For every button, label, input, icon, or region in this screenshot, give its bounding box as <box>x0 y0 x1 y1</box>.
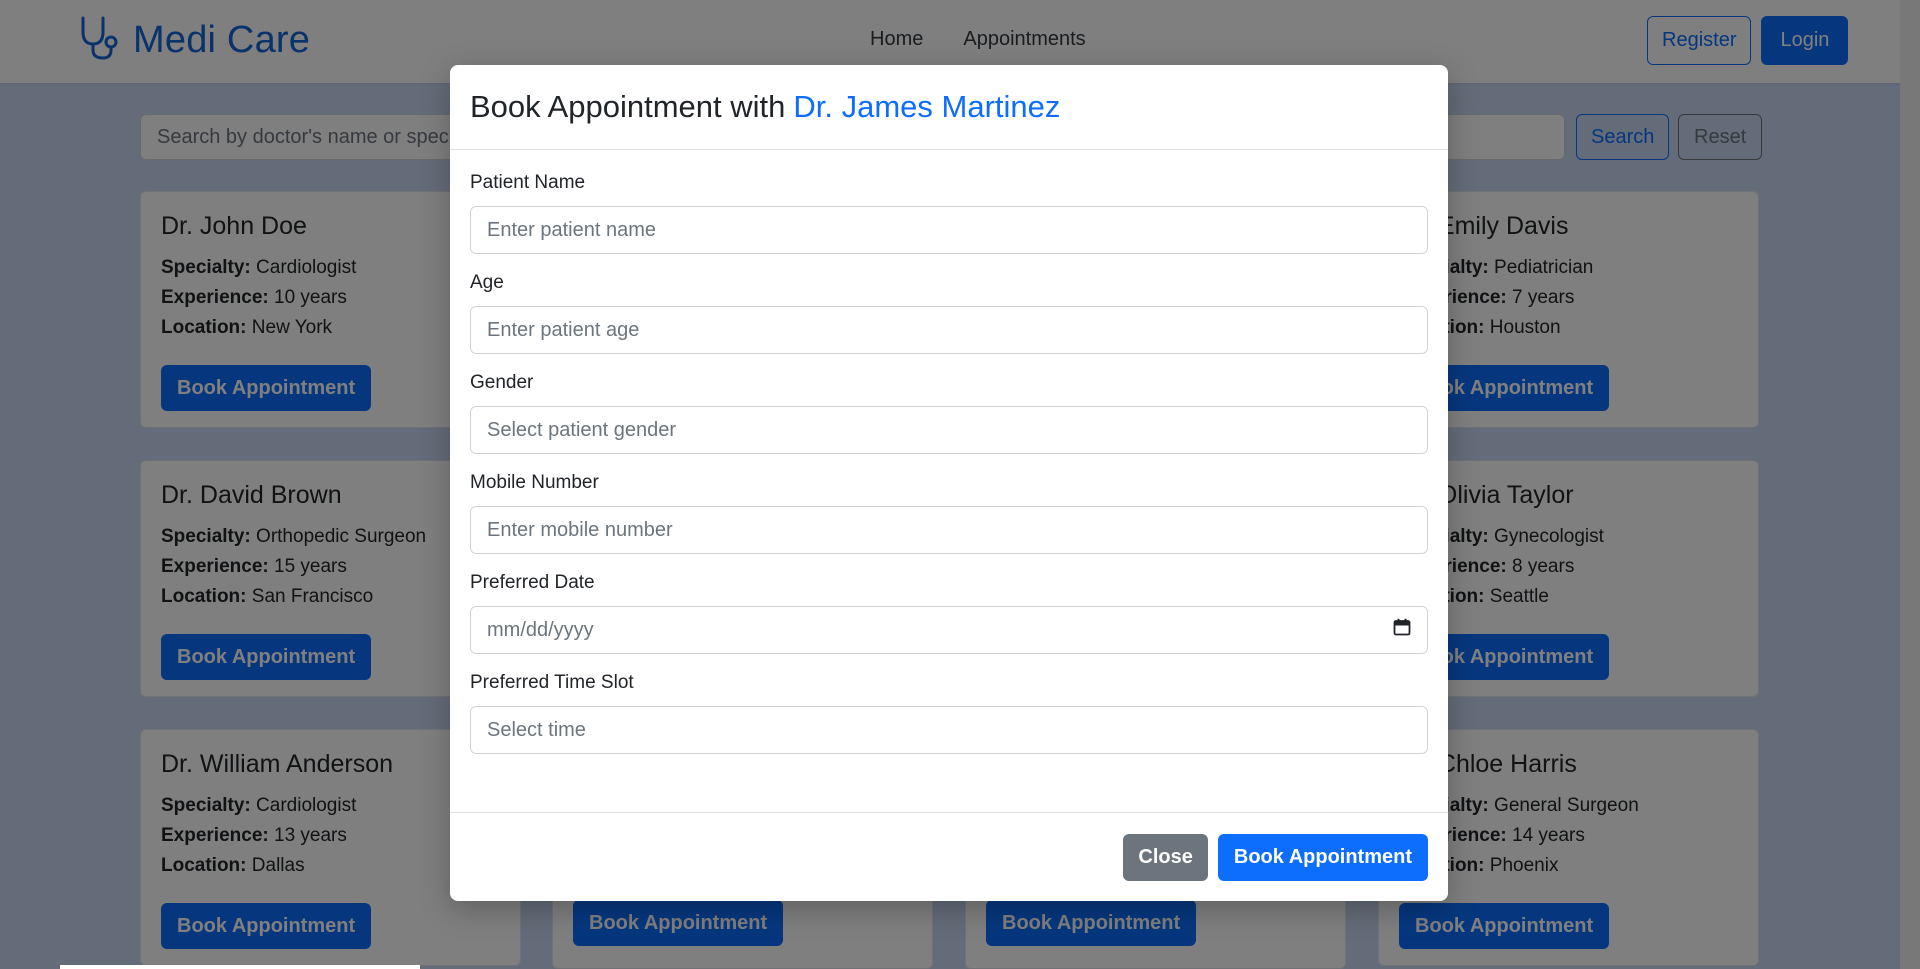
gender-label: Gender <box>470 372 534 393</box>
age-input[interactable]: Enter patient age <box>470 306 1428 354</box>
time-slot-group: Preferred Time Slot Select time <box>470 672 1428 754</box>
gender-group: Gender Select patient gender <box>470 372 1428 454</box>
patient-name-group: Patient Name Enter patient name <box>470 172 1428 254</box>
modal-header: Book Appointment with Dr. James Martinez <box>450 65 1448 150</box>
patient-name-label: Patient Name <box>470 172 586 193</box>
date-label: Preferred Date <box>470 572 595 593</box>
modal-doctor-name: Dr. James Martinez <box>793 89 1061 124</box>
time-slot-select[interactable]: Select time <box>470 706 1428 754</box>
modal-footer: Close Book Appointment <box>450 812 1448 901</box>
submit-appointment-button[interactable]: Book Appointment <box>1217 833 1428 881</box>
horizontal-scrollbar[interactable] <box>60 965 420 969</box>
mobile-input[interactable]: Enter mobile number <box>470 506 1428 554</box>
book-appointment-modal: Book Appointment with Dr. James Martinez… <box>450 65 1448 901</box>
age-group: Age Enter patient age <box>470 272 1428 354</box>
modal-title: Book Appointment with <box>470 89 786 124</box>
close-button[interactable]: Close <box>1123 833 1208 881</box>
modal-body: Patient Name Enter patient name Age Ente… <box>450 150 1448 754</box>
gender-select[interactable]: Select patient gender <box>470 406 1428 454</box>
age-label: Age <box>470 272 504 293</box>
date-input[interactable]: mm/dd/yyyy <box>470 606 1428 654</box>
calendar-icon[interactable] <box>1393 618 1411 642</box>
mobile-group: Mobile Number Enter mobile number <box>470 472 1428 554</box>
patient-name-input[interactable]: Enter patient name <box>470 206 1428 254</box>
date-group: Preferred Date mm/dd/yyyy <box>470 572 1428 654</box>
mobile-label: Mobile Number <box>470 472 599 493</box>
time-slot-label: Preferred Time Slot <box>470 672 634 693</box>
